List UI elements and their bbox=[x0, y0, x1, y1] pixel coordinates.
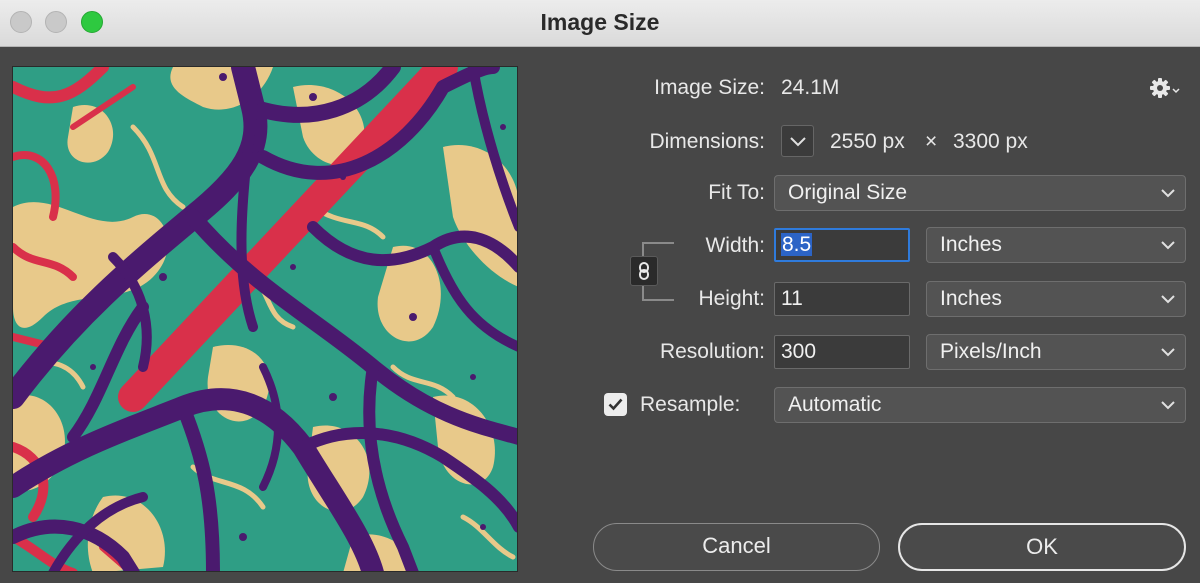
checkmark-icon bbox=[608, 398, 623, 411]
resolution-label: Resolution: bbox=[659, 340, 765, 363]
image-size-label: Image Size: bbox=[654, 76, 765, 99]
height-unit-select[interactable]: Inches bbox=[926, 281, 1186, 317]
resample-method-select[interactable]: Automatic bbox=[774, 387, 1186, 423]
width-value: 8.5 bbox=[781, 233, 813, 256]
fit-to-value: Original Size bbox=[788, 181, 908, 204]
width-unit-select[interactable]: Inches bbox=[926, 227, 1186, 263]
fit-to-select[interactable]: Original Size bbox=[774, 175, 1186, 211]
window-title: Image Size bbox=[540, 9, 660, 35]
resample-method-value: Automatic bbox=[788, 393, 882, 416]
dimensions-height-value: 3300 px bbox=[953, 130, 1028, 153]
title-bar: Image Size bbox=[0, 0, 1200, 47]
dimensions-label: Dimensions: bbox=[649, 130, 765, 153]
resolution-unit-value: Pixels/Inch bbox=[940, 340, 1042, 363]
resolution-input[interactable]: 300 bbox=[774, 335, 910, 369]
gear-icon[interactable] bbox=[1149, 76, 1183, 100]
chevron-down-icon bbox=[1161, 228, 1175, 262]
chevron-down-icon bbox=[1161, 335, 1175, 369]
resolution-unit-select[interactable]: Pixels/Inch bbox=[926, 334, 1186, 370]
cancel-button[interactable]: Cancel bbox=[593, 523, 880, 571]
resample-label: Resample: bbox=[640, 393, 741, 416]
height-label: Height: bbox=[698, 287, 765, 310]
chevron-down-icon bbox=[1161, 388, 1175, 422]
resolution-value: 300 bbox=[781, 340, 817, 363]
height-unit-value: Inches bbox=[940, 287, 1002, 310]
resample-checkbox[interactable] bbox=[604, 393, 627, 416]
fit-to-label: Fit To: bbox=[708, 181, 765, 204]
width-input[interactable]: 8.5 bbox=[774, 228, 910, 262]
chevron-down-icon bbox=[1161, 282, 1175, 316]
preview-artwork bbox=[13, 67, 517, 571]
image-preview[interactable] bbox=[12, 66, 518, 572]
width-unit-value: Inches bbox=[940, 233, 1002, 256]
chevron-down-icon bbox=[790, 137, 806, 147]
height-value: 11 bbox=[781, 287, 803, 310]
dimensions-width-value: 2550 px bbox=[830, 130, 905, 153]
dimensions-times-sign: × bbox=[925, 130, 938, 153]
ok-button[interactable]: OK bbox=[898, 523, 1186, 571]
image-size-value: 24.1M bbox=[781, 76, 840, 99]
chevron-down-icon bbox=[1161, 176, 1175, 210]
dimensions-units-toggle[interactable] bbox=[781, 125, 814, 157]
height-input[interactable]: 11 bbox=[774, 282, 910, 316]
width-label: Width: bbox=[705, 234, 765, 257]
